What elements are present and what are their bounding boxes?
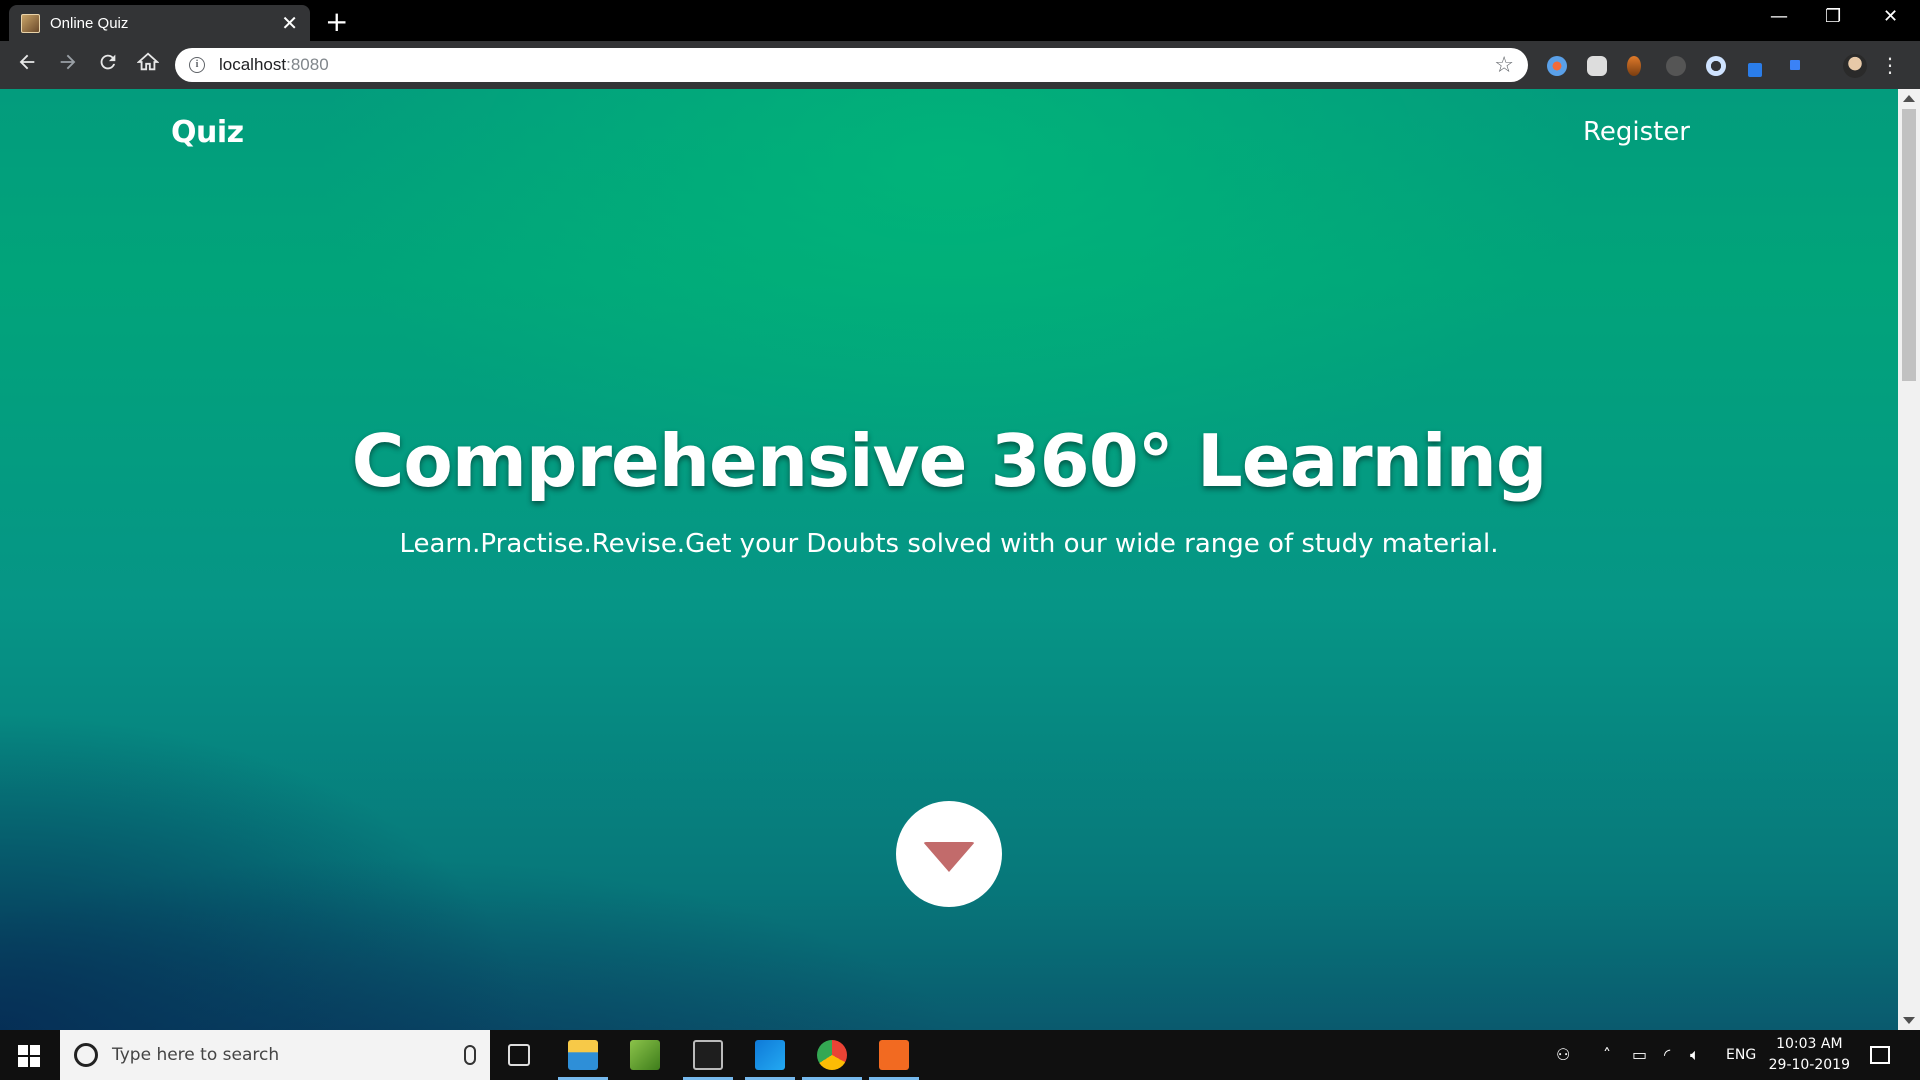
home-icon xyxy=(136,52,160,71)
home-button[interactable] xyxy=(134,51,162,79)
people-icon[interactable]: ⚇ xyxy=(1556,1045,1570,1064)
scroll-down-button[interactable] xyxy=(896,801,1002,907)
address-bar[interactable]: i localhost:8080 ☆ xyxy=(175,48,1528,82)
forward-arrow-icon xyxy=(60,54,76,70)
page-scrollbar[interactable] xyxy=(1898,89,1920,1030)
terminal-icon[interactable] xyxy=(693,1040,723,1070)
new-tab-button[interactable]: + xyxy=(325,8,348,36)
scrollbar-thumb[interactable] xyxy=(1902,109,1916,381)
profile-avatar[interactable] xyxy=(1843,54,1867,78)
battery-icon[interactable]: ▭ xyxy=(1632,1045,1647,1064)
search-placeholder: Type here to search xyxy=(112,1045,280,1065)
url-text: localhost:8080 xyxy=(219,55,329,74)
register-link[interactable]: Register xyxy=(1583,117,1690,147)
tab-title: Online Quiz xyxy=(50,14,129,32)
vscode-icon[interactable] xyxy=(755,1040,785,1070)
close-window-button[interactable]: ✕ xyxy=(1883,6,1898,27)
ring-extension-icon[interactable] xyxy=(1706,56,1726,76)
microphone-icon[interactable] xyxy=(464,1045,476,1065)
action-center-icon[interactable] xyxy=(1870,1046,1890,1064)
cortana-icon xyxy=(74,1043,98,1067)
java-extension-icon[interactable] xyxy=(1627,56,1641,76)
recycle-extension-icon[interactable] xyxy=(1666,56,1686,76)
scroll-up-arrow-icon[interactable] xyxy=(1903,95,1915,102)
language-indicator[interactable]: ENG xyxy=(1726,1047,1756,1063)
scroll-down-arrow-icon[interactable] xyxy=(1903,1017,1915,1024)
back-arrow-icon xyxy=(19,54,35,70)
back-button[interactable] xyxy=(13,51,41,79)
close-tab-icon[interactable]: ✕ xyxy=(281,13,298,33)
xampp-icon[interactable] xyxy=(879,1040,909,1070)
taskbar-search-box[interactable]: Type here to search xyxy=(60,1030,490,1080)
gear-extension-icon[interactable] xyxy=(1587,56,1607,76)
square-extension-icon[interactable] xyxy=(1790,60,1800,70)
reload-icon xyxy=(100,54,116,70)
task-view-icon[interactable] xyxy=(508,1044,530,1066)
hero-title: Comprehensive 360° Learning xyxy=(351,419,1548,503)
browser-toolbar: i localhost:8080 ☆ ⋮ xyxy=(0,41,1920,89)
restore-window-button[interactable]: ❐ xyxy=(1825,6,1841,27)
page-hero: Quiz Register Comprehensive 360° Learnin… xyxy=(0,89,1898,1030)
kebab-menu-icon[interactable]: ⋮ xyxy=(1880,51,1900,79)
browser-tab[interactable]: Online Quiz ✕ xyxy=(9,5,310,41)
extension-icon[interactable] xyxy=(1547,56,1567,76)
windows-taskbar: Type here to search ⚇ ˄ ▭ ◜ 🔈︎ ENG 10:03… xyxy=(0,1030,1920,1080)
site-favicon-icon xyxy=(21,13,40,33)
pen-extension-icon[interactable] xyxy=(1748,63,1762,77)
file-explorer-icon[interactable] xyxy=(568,1040,598,1070)
clock-time: 10:03 AM xyxy=(1776,1036,1843,1052)
clock-date: 29-10-2019 xyxy=(1768,1057,1850,1073)
wifi-icon[interactable]: ◜ xyxy=(1664,1045,1670,1064)
show-hidden-icons-icon[interactable]: ˄ xyxy=(1603,1045,1611,1064)
forward-button[interactable] xyxy=(54,51,82,79)
volume-icon[interactable]: 🔈︎ xyxy=(1690,1045,1700,1065)
tab-strip: Online Quiz ✕ + — ❐ ✕ xyxy=(0,0,1920,41)
image-editor-icon[interactable] xyxy=(630,1040,660,1070)
reload-button[interactable] xyxy=(94,51,122,79)
site-info-icon[interactable]: i xyxy=(189,57,205,73)
hero-subtitle: Learn.Practise.Revise.Get your Doubts so… xyxy=(399,529,1499,559)
bookmark-star-icon[interactable]: ☆ xyxy=(1494,53,1514,78)
windows-start-icon[interactable] xyxy=(18,1045,40,1067)
minimize-window-button[interactable]: — xyxy=(1770,6,1788,27)
caret-down-icon xyxy=(923,842,975,872)
chrome-icon[interactable] xyxy=(817,1040,847,1070)
system-clock[interactable]: 10:03 AM 29-10-2019 xyxy=(1769,1034,1850,1076)
brand-logo[interactable]: Quiz xyxy=(171,115,244,150)
